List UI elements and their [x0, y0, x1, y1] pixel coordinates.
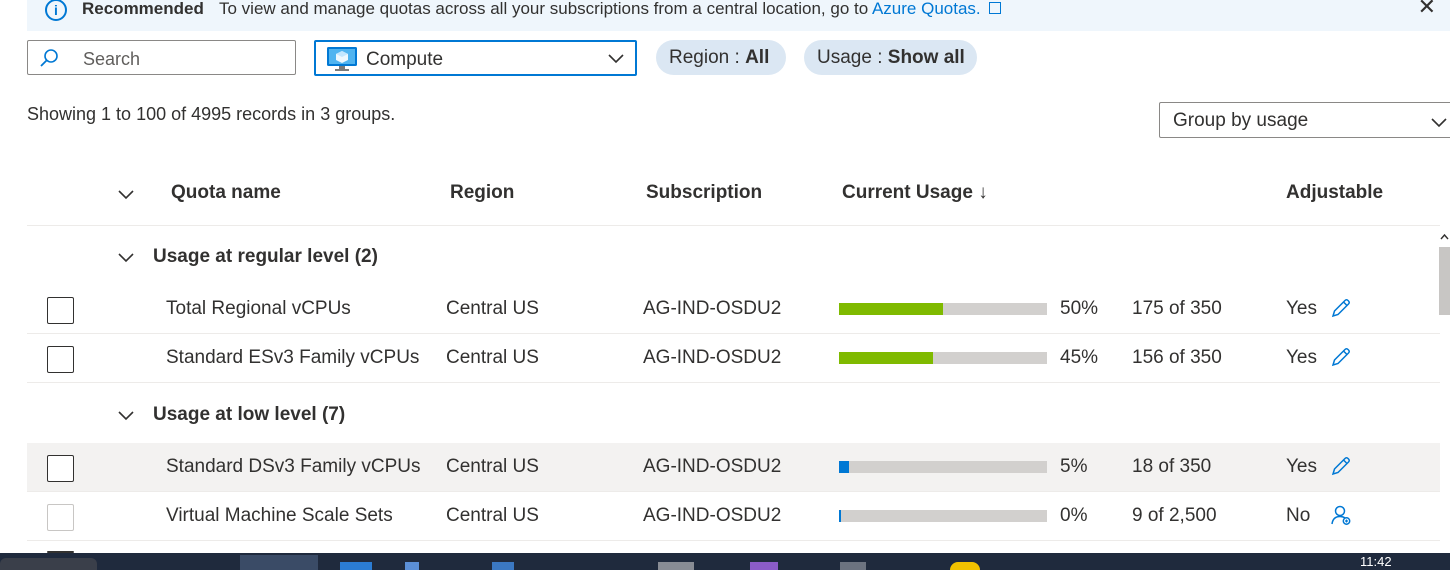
provider-dropdown[interactable]: Compute: [314, 40, 637, 76]
adjustable-cell: Yes: [1286, 456, 1317, 477]
group-header: Usage at low level (7): [153, 404, 346, 425]
row-checkbox[interactable]: [47, 297, 74, 324]
usage-filter-label: Usage :: [817, 46, 883, 68]
usage-count: 18 of 350: [1132, 456, 1212, 477]
subscription-cell: AG-IND-OSDU2: [643, 347, 782, 368]
group-by-dropdown[interactable]: Group by usage: [1159, 102, 1450, 138]
column-header-region[interactable]: Region: [450, 182, 514, 204]
region-filter-pill[interactable]: Region : All: [656, 40, 786, 75]
taskbar-app-icon[interactable]: [340, 562, 372, 570]
region-filter-value: All: [745, 46, 770, 68]
records-summary: Showing 1 to 100 of 4995 records in 3 gr…: [27, 104, 396, 124]
usage-percent: 0%: [1060, 505, 1088, 526]
column-header-adjustable[interactable]: Adjustable: [1286, 182, 1383, 204]
usage-bar: [839, 461, 1047, 473]
column-header-quota-name[interactable]: Quota name: [171, 182, 281, 204]
external-link-icon[interactable]: [988, 2, 1001, 14]
taskbar-app-icon[interactable]: [405, 562, 419, 570]
taskbar-active-app[interactable]: [240, 555, 318, 570]
subscription-cell: AG-IND-OSDU2: [643, 456, 782, 477]
quota-name: Total Regional vCPUs: [166, 298, 351, 319]
info-icon: i: [45, 0, 67, 21]
support-request-icon[interactable]: [1330, 504, 1352, 526]
group-collapse-chevron-icon[interactable]: [117, 251, 135, 263]
chevron-down-icon: [1431, 118, 1447, 128]
subscription-cell: AG-IND-OSDU2: [643, 298, 782, 319]
edit-pencil-icon[interactable]: [1330, 455, 1352, 477]
quota-name: Standard DSv3 Family vCPUs: [166, 456, 421, 477]
usage-bar: [839, 303, 1047, 315]
search-input[interactable]: Search: [27, 40, 296, 75]
row-checkbox[interactable]: [47, 504, 74, 531]
virtual-machine-icon: [327, 47, 357, 71]
scrollbar-thumb[interactable]: [1439, 247, 1450, 315]
usage-bar-fill: [839, 510, 841, 522]
usage-filter-pill[interactable]: Usage : Show all: [804, 40, 977, 75]
taskbar-app-icon[interactable]: [840, 562, 866, 570]
recommendation-banner: i Recommended To view and manage quotas …: [27, 0, 1450, 31]
quota-name: Standard ESv3 Family vCPUs: [166, 347, 420, 368]
close-icon[interactable]: ✕: [1418, 0, 1436, 20]
usage-count: 156 of 350: [1132, 347, 1222, 368]
region-cell: Central US: [446, 456, 539, 477]
taskbar-clock[interactable]: 11:42: [1360, 554, 1392, 569]
usage-bar-fill: [839, 303, 943, 315]
table-row[interactable]: Standard DSv3 Family vCPUs Central US AG…: [27, 443, 1440, 492]
banner-message: To view and manage quotas across all you…: [219, 0, 1001, 19]
region-filter-label: Region :: [669, 46, 740, 68]
usage-bar: [839, 510, 1047, 522]
taskbar-app-icon[interactable]: [950, 562, 980, 570]
usage-count: 175 of 350: [1132, 298, 1222, 319]
table-row[interactable]: Virtual Machine Scale Sets Central US AG…: [27, 492, 1440, 541]
column-header-current-usage[interactable]: Current Usage ↓: [842, 182, 988, 204]
usage-bar-fill: [839, 352, 933, 364]
azure-quotas-link[interactable]: Azure Quotas.: [872, 0, 981, 18]
search-placeholder: Search: [83, 49, 141, 69]
search-icon: [40, 49, 58, 67]
taskbar-search-area[interactable]: [0, 558, 97, 570]
usage-filter-value: Show all: [887, 46, 965, 68]
table-row[interactable]: Standard ESv3 Family vCPUs Central US AG…: [27, 334, 1440, 383]
taskbar: 11:42: [0, 553, 1450, 570]
scroll-up-arrow-icon[interactable]: [1439, 232, 1450, 242]
adjustable-cell: Yes: [1286, 347, 1317, 368]
header-divider: [27, 225, 1440, 226]
edit-pencil-icon[interactable]: [1330, 346, 1352, 368]
taskbar-app-icon[interactable]: [492, 562, 514, 570]
column-header-subscription[interactable]: Subscription: [646, 182, 762, 204]
banner-title: Recommended: [82, 0, 204, 18]
adjustable-cell: Yes: [1286, 298, 1317, 319]
provider-value: Compute: [366, 49, 444, 70]
group-collapse-chevron-icon[interactable]: [117, 409, 135, 421]
usage-percent: 50%: [1060, 298, 1099, 319]
usage-count: 9 of 2,500: [1132, 505, 1217, 526]
table-row-partial: [27, 541, 1440, 553]
row-checkbox[interactable]: [47, 455, 74, 482]
group-by-value: Group by usage: [1173, 110, 1309, 131]
usage-bar: [839, 352, 1047, 364]
region-cell: Central US: [446, 298, 539, 319]
group-header: Usage at regular level (2): [153, 246, 378, 267]
quota-name: Virtual Machine Scale Sets: [166, 505, 393, 526]
taskbar-app-icon[interactable]: [750, 562, 778, 570]
edit-pencil-icon[interactable]: [1330, 297, 1352, 319]
row-checkbox[interactable]: [47, 346, 74, 373]
table-row[interactable]: Total Regional vCPUs Central US AG-IND-O…: [27, 285, 1440, 334]
subscription-cell: AG-IND-OSDU2: [643, 505, 782, 526]
usage-bar-fill: [839, 461, 850, 473]
usage-percent: 5%: [1060, 456, 1088, 477]
usage-percent: 45%: [1060, 347, 1099, 368]
collapse-all-chevron-icon[interactable]: [117, 188, 135, 200]
adjustable-cell: No: [1286, 505, 1311, 526]
region-cell: Central US: [446, 347, 539, 368]
chevron-down-icon: [608, 54, 624, 64]
taskbar-app-icon[interactable]: [658, 562, 694, 570]
region-cell: Central US: [446, 505, 539, 526]
banner-message-text: To view and manage quotas across all you…: [219, 0, 869, 18]
